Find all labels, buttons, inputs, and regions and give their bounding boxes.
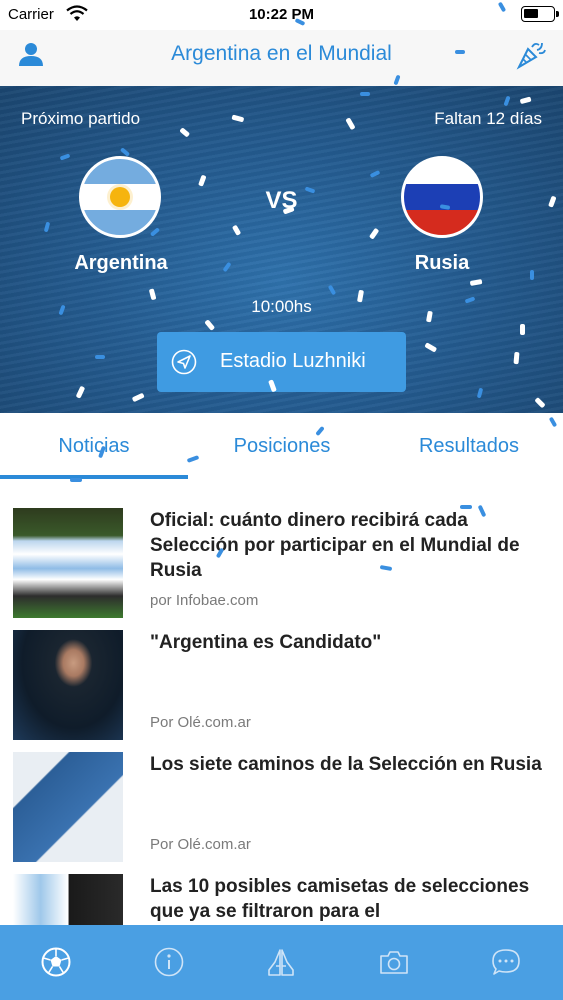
news-thumbnail: [13, 508, 123, 618]
next-match-label: Próximo partido: [21, 109, 141, 128]
tab-posiciones[interactable]: Posiciones: [188, 435, 376, 458]
news-title: "Argentina es Candidato": [150, 632, 382, 653]
news-thumbnail: [13, 630, 123, 740]
news-source: Por Olé.com.ar: [150, 714, 251, 731]
news-item[interactable]: Oficial: cuánto dinero recibirá cada Sel…: [0, 495, 563, 618]
news-list[interactable]: Oficial: cuánto dinero recibirá cada Sel…: [0, 495, 563, 925]
tab-resultados[interactable]: Resultados: [375, 435, 563, 458]
chat-bubble-icon[interactable]: [490, 946, 522, 978]
next-match-banner: Próximo partido Faltan 12 días VS Argent…: [0, 86, 563, 413]
clock: 10:22 PM: [248, 6, 315, 23]
news-item[interactable]: Los siete caminos de la Selección en Rus…: [0, 739, 563, 862]
bottom-tab-bar: [0, 925, 563, 1000]
camera-icon[interactable]: [378, 946, 410, 978]
battery-icon: [521, 6, 559, 22]
status-bar: Carrier 10:22 PM: [0, 0, 563, 30]
page-title: Argentina en el Mundial: [171, 42, 392, 65]
home-team-name: Argentina: [74, 252, 168, 274]
days-left-label: Faltan 12 días: [434, 109, 542, 128]
stadium-label: Estadio Luzhniki: [220, 350, 366, 372]
stadium-button[interactable]: Estadio Luzhniki: [157, 332, 406, 392]
match-time: 10:00hs: [251, 297, 312, 316]
soccer-ball-icon[interactable]: [40, 946, 72, 978]
away-team-name: Rusia: [414, 252, 470, 274]
confetti-icon[interactable]: [515, 38, 547, 70]
news-title: Los siete caminos de la Selección en Rus…: [150, 754, 542, 775]
praying-hands-icon[interactable]: [265, 946, 297, 978]
news-thumbnail: [13, 752, 123, 862]
news-source: por Infobae.com: [150, 592, 259, 609]
section-tabs: Noticias Posiciones Resultados: [0, 413, 563, 481]
news-item[interactable]: Las 10 posibles camisetas de selecciones…: [0, 861, 563, 925]
info-icon[interactable]: [153, 946, 185, 978]
location-arrow-icon: [171, 349, 197, 375]
news-source: Por Olé.com.ar: [150, 836, 251, 853]
news-item[interactable]: "Argentina es Candidato" Por Olé.com.ar: [0, 617, 563, 740]
news-title: Oficial: cuánto dinero recibirá cada Sel…: [150, 510, 520, 581]
selected-tab-indicator: [0, 475, 188, 479]
news-title: Las 10 posibles camisetas de selecciones…: [150, 876, 530, 922]
russia-flag-icon: [401, 156, 483, 238]
navigation-bar: Argentina en el Mundial: [0, 30, 563, 86]
tab-noticias[interactable]: Noticias: [0, 435, 188, 458]
news-thumbnail: [13, 874, 123, 925]
